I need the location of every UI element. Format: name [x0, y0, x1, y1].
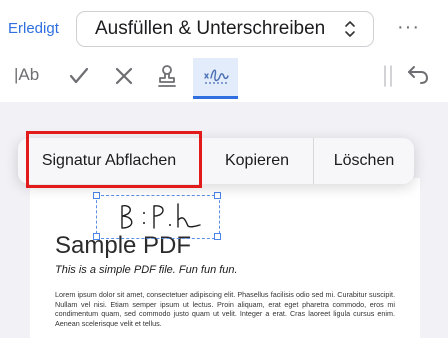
mode-select-label: Ausfüllen & Unterschreiben: [95, 18, 326, 39]
tool-separator-icon: [384, 65, 392, 87]
chevron-updown-icon: [345, 21, 355, 37]
resize-handle-top-right[interactable]: [214, 192, 221, 199]
cross-tool-icon[interactable]: [114, 66, 134, 86]
checkmark-tool-icon[interactable]: [68, 66, 90, 86]
resize-handle-bottom-left[interactable]: [93, 233, 100, 240]
delete-menu-item[interactable]: Löschen: [314, 138, 414, 184]
document-body: Lorem ipsum dolor sit amet, consectetuer…: [55, 290, 395, 328]
text-tool-button[interactable]: |Ab: [14, 65, 39, 85]
resize-handle-bottom-right[interactable]: [214, 233, 221, 240]
signature-image: [121, 203, 201, 229]
more-options-button[interactable]: ···: [397, 16, 420, 39]
done-button[interactable]: Erledigt: [8, 20, 59, 37]
resize-handle-top-left[interactable]: [93, 192, 100, 199]
stamp-tool-icon[interactable]: [156, 63, 178, 89]
signature-tool-indicator: [193, 96, 238, 99]
highlight-annotation-box: [26, 131, 202, 188]
mode-select[interactable]: Ausfüllen & Unterschreiben: [76, 11, 374, 47]
signature-tool-icon: [204, 69, 229, 84]
document-subtitle: This is a simple PDF file. Fun fun fun.: [55, 264, 238, 276]
copy-menu-item[interactable]: Kopieren: [201, 138, 313, 184]
undo-icon[interactable]: [406, 64, 430, 86]
